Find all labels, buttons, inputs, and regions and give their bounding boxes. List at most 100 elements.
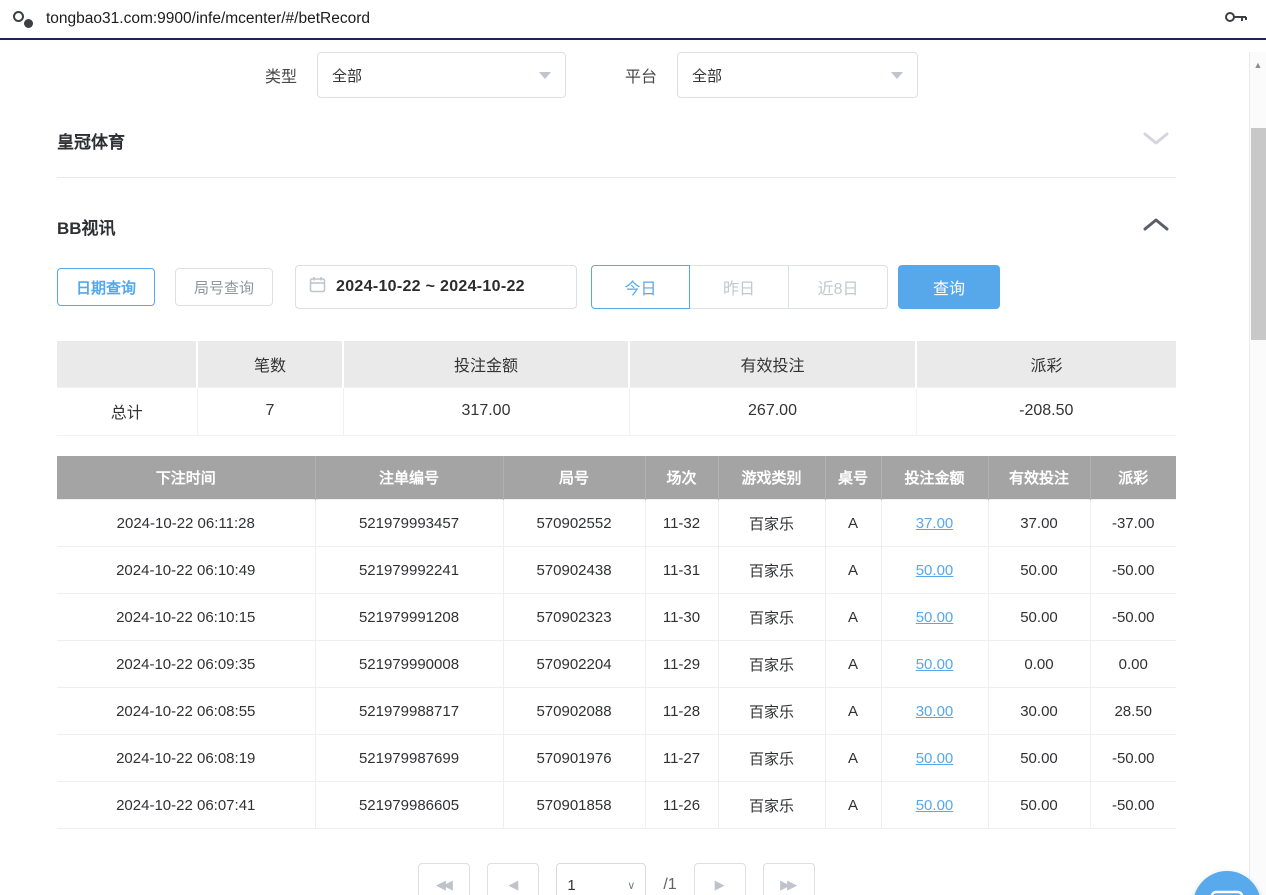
scrollbar-thumb[interactable] [1251,128,1266,340]
filter-row: 类型 全部 平台 全部 [57,52,1176,98]
summary-header-bet-amount: 投注金额 [343,341,629,387]
bet-amount-link[interactable]: 50.00 [916,797,954,814]
bet-table-row: 2024-10-22 06:09:35521979990008570902204… [57,641,1176,688]
platform-select-value: 全部 [692,65,722,86]
cell-session: 11-28 [645,688,718,735]
summary-total-label: 总计 [57,387,197,435]
bet-record-table: 下注时间 注单编号 局号 场次 游戏类别 桌号 投注金额 有效投注 派彩 202… [57,456,1176,830]
bb-video-title: BB视讯 [57,214,116,239]
cell-session: 11-30 [645,594,718,641]
cell-game-type: 百家乐 [718,500,825,547]
cell-table-no: A [825,782,881,829]
today-button[interactable]: 今日 [591,265,690,309]
section-bb-video: BB视讯 [57,214,1176,239]
summary-header-count: 笔数 [197,341,343,387]
cell-time: 2024-10-22 06:10:15 [57,594,315,641]
cell-session: 11-29 [645,641,718,688]
round-query-tab[interactable]: 局号查询 [175,268,273,306]
cell-valid-bet: 50.00 [988,594,1090,641]
bet-amount-link[interactable]: 50.00 [916,750,954,767]
cell-session: 11-27 [645,735,718,782]
password-key-icon[interactable] [1224,10,1248,29]
cell-payout: 0.00 [1090,641,1176,688]
type-select[interactable]: 全部 [317,52,566,98]
cell-bet-amount[interactable]: 50.00 [881,735,988,782]
col-header-payout: 派彩 [1090,456,1176,500]
cell-valid-bet: 50.00 [988,782,1090,829]
cell-payout: -37.00 [1090,500,1176,547]
cell-session: 11-26 [645,782,718,829]
bet-amount-link[interactable]: 50.00 [916,562,954,579]
browser-address-bar: tongbao31.com:9900/infe/mcenter/#/betRec… [0,0,1266,40]
page-body: 类型 全部 平台 全部 皇冠体育 BB视讯 [0,52,1266,895]
cell-order-no: 521979993457 [315,500,503,547]
cell-table-no: A [825,594,881,641]
cell-bet-amount[interactable]: 50.00 [881,547,988,594]
crown-expand-chevron-down-icon[interactable] [1142,131,1170,150]
summary-payout: -208.50 [916,387,1176,435]
col-header-valid-bet: 有效投注 [988,456,1090,500]
cell-bet-amount[interactable]: 30.00 [881,688,988,735]
date-range-input[interactable]: 2024-10-22 ~ 2024-10-22 [295,265,577,309]
summary-valid-bet: 267.00 [629,387,916,435]
cell-bet-amount[interactable]: 50.00 [881,641,988,688]
bet-table-row: 2024-10-22 06:10:49521979992241570902438… [57,547,1176,594]
cell-payout: -50.00 [1090,735,1176,782]
bet-table-row: 2024-10-22 06:07:41521979986605570901858… [57,782,1176,829]
cell-time: 2024-10-22 06:07:41 [57,782,315,829]
scroll-up-arrow-icon[interactable]: ▲ [1250,58,1266,72]
col-header-game-type: 游戏类别 [718,456,825,500]
url-text[interactable]: tongbao31.com:9900/infe/mcenter/#/betRec… [46,10,1212,28]
quick-date-group: 今日 昨日 近8日 [591,265,888,309]
browser-profile-icon[interactable] [12,8,34,30]
vertical-scrollbar[interactable]: ▲ [1249,52,1266,895]
bet-amount-link[interactable]: 30.00 [916,703,954,720]
cell-round-no: 570901858 [503,782,645,829]
col-header-table-no: 桌号 [825,456,881,500]
bet-table-row: 2024-10-22 06:10:15521979991208570902323… [57,594,1176,641]
cell-valid-bet: 0.00 [988,641,1090,688]
cell-game-type: 百家乐 [718,594,825,641]
page-select[interactable]: 1 ∨ [556,863,646,895]
platform-select[interactable]: 全部 [677,52,918,98]
summary-total-row: 总计 7 317.00 267.00 -208.50 [57,387,1176,435]
chat-icon [1210,890,1244,895]
cell-table-no: A [825,735,881,782]
bb-collapse-chevron-up-icon[interactable] [1142,217,1170,236]
bet-amount-link[interactable]: 50.00 [916,609,954,626]
col-header-bet-time: 下注时间 [57,456,315,500]
summary-table: 笔数 投注金额 有效投注 派彩 总计 7 317.00 267.00 -208.… [57,341,1176,436]
next-page-button[interactable]: ▶ [694,863,746,895]
cell-order-no: 521979988717 [315,688,503,735]
search-button[interactable]: 查询 [898,265,1000,309]
last-page-button[interactable]: ▶▶ [763,863,815,895]
cell-bet-amount[interactable]: 50.00 [881,594,988,641]
cell-session: 11-32 [645,500,718,547]
bet-amount-link[interactable]: 37.00 [916,515,954,532]
cell-game-type: 百家乐 [718,782,825,829]
col-header-order-no: 注单编号 [315,456,503,500]
cell-bet-amount[interactable]: 37.00 [881,500,988,547]
chevron-down-icon: ∨ [627,879,635,892]
first-page-button[interactable]: ◀◀ [418,863,470,895]
cell-round-no: 570902323 [503,594,645,641]
cell-valid-bet: 37.00 [988,500,1090,547]
cell-order-no: 521979987699 [315,735,503,782]
bet-table-row: 2024-10-22 06:08:55521979988717570902088… [57,688,1176,735]
summary-header-valid-bet: 有效投注 [629,341,916,387]
date-query-tab[interactable]: 日期查询 [57,268,155,306]
cell-round-no: 570902088 [503,688,645,735]
cell-session: 11-31 [645,547,718,594]
cell-game-type: 百家乐 [718,688,825,735]
cell-time: 2024-10-22 06:09:35 [57,641,315,688]
yesterday-button[interactable]: 昨日 [690,265,789,309]
cell-time: 2024-10-22 06:08:55 [57,688,315,735]
cell-bet-amount[interactable]: 50.00 [881,782,988,829]
type-label: 类型 [265,63,297,87]
last-8-days-button[interactable]: 近8日 [789,265,888,309]
bet-amount-link[interactable]: 50.00 [916,656,954,673]
col-header-bet-amount: 投注金额 [881,456,988,500]
summary-header-payout: 派彩 [916,341,1176,387]
prev-page-button[interactable]: ◀ [487,863,539,895]
cell-valid-bet: 50.00 [988,735,1090,782]
